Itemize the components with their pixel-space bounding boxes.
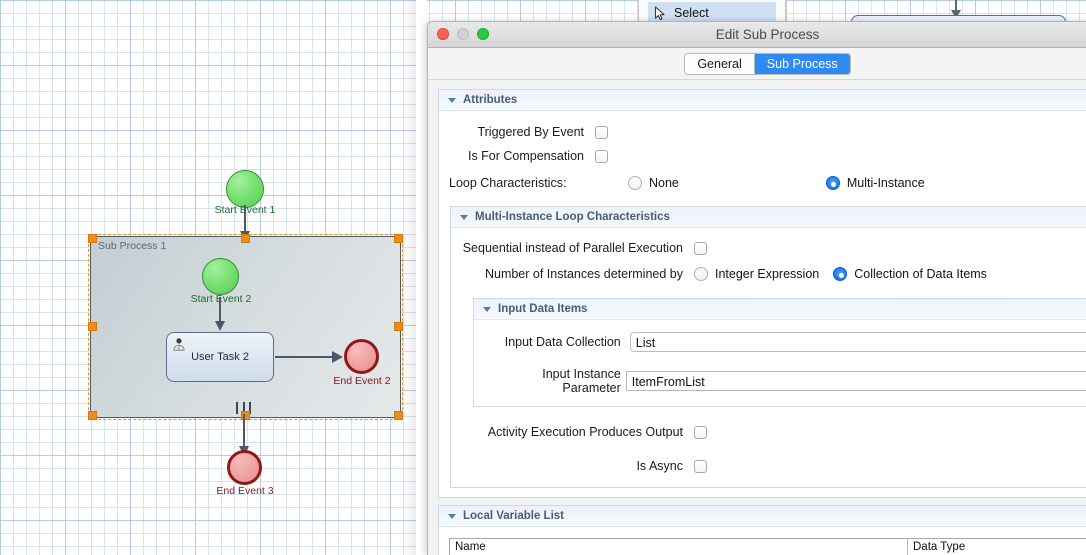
attributes-header[interactable]: Attributes <box>439 90 1086 111</box>
sub-process-1-shape[interactable] <box>90 236 401 418</box>
row-sequential-execution: Sequential instead of Parallel Execution <box>451 236 1086 260</box>
attributes-header-label: Attributes <box>463 94 518 106</box>
input-data-collection-label: Input Data Collection <box>504 335 621 349</box>
activity-execution-produces-output-label: Activity Execution Produces Output <box>487 425 683 439</box>
flow-usertask2-to-endevent2[interactable] <box>275 350 343 363</box>
disclosure-triangle-icon[interactable] <box>460 214 468 220</box>
local-variable-list-header-label: Local Variable List <box>463 510 564 522</box>
column-header-name[interactable]: Name <box>450 539 908 555</box>
row-triggered-by-event: Triggered By Event <box>439 120 1086 144</box>
sequential-execution-label: Sequential instead of Parallel Execution <box>462 241 683 255</box>
input-instance-parameter-label: Input Instance Parameter <box>542 367 621 395</box>
tab-segment-control[interactable]: General Sub Process <box>684 52 851 75</box>
resize-handle-ne[interactable] <box>394 234 403 243</box>
sequential-execution-checkbox[interactable] <box>694 241 707 255</box>
disclosure-triangle-icon[interactable] <box>448 513 456 519</box>
input-data-items-body: Input Data Collection List Input Instanc… <box>474 320 1086 406</box>
number-of-instances-label: Number of Instances determined by <box>484 267 683 281</box>
radio-collection-of-data-items[interactable]: Collection of Data Items <box>833 267 987 281</box>
end-event-3-shape[interactable] <box>227 450 262 485</box>
dialog-content: Attributes Triggered By Event Is For Com… <box>428 81 1086 555</box>
input-data-items-header[interactable]: Input Data Items <box>474 299 1086 320</box>
resize-handle-se[interactable] <box>394 411 403 420</box>
attributes-body: Triggered By Event Is For Compensation L… <box>439 111 1086 497</box>
disclosure-triangle-icon[interactable] <box>448 97 456 103</box>
radio-integer-expression[interactable]: Integer Expression <box>694 267 819 281</box>
row-loop-characteristics: Loop Characteristics: None Multi-Instanc… <box>439 171 1086 195</box>
resize-handle-n[interactable] <box>241 234 250 243</box>
flow-start1-to-subprocess[interactable] <box>239 205 250 241</box>
loop-characteristics-label: Loop Characteristics: <box>449 176 567 190</box>
column-header-data-type[interactable]: Data Type <box>908 539 1086 555</box>
canvas-outer-background <box>416 0 427 555</box>
multi-instance-header[interactable]: Multi-Instance Loop Characteristics <box>451 207 1086 228</box>
palette-item-select-label: Select <box>674 6 709 20</box>
attributes-panel: Attributes Triggered By Event Is For Com… <box>438 89 1086 498</box>
radio-loop-none-label: None <box>649 176 679 190</box>
start-event-1-shape[interactable] <box>226 170 264 208</box>
is-async-label: Is Async <box>636 459 683 473</box>
is-for-compensation-checkbox[interactable] <box>595 149 608 163</box>
resize-handle-sw[interactable] <box>88 411 97 420</box>
tab-sub-process[interactable]: Sub Process <box>753 53 850 74</box>
dialog-title-bar[interactable]: Edit Sub Process <box>428 22 1086 48</box>
tab-general[interactable]: General <box>685 53 754 74</box>
triggered-by-event-label: Triggered By Event <box>477 125 584 139</box>
is-for-compensation-label: Is For Compensation <box>467 149 584 163</box>
radio-loop-none[interactable]: None <box>628 176 679 190</box>
radio-integer-expression-control[interactable] <box>694 267 708 281</box>
radio-collection-of-data-items-control[interactable] <box>833 267 848 281</box>
activity-execution-produces-output-checkbox[interactable] <box>694 425 707 439</box>
local-variable-list-panel: Local Variable List Name Data Type <box>438 505 1086 555</box>
radio-integer-expression-label: Integer Expression <box>715 267 820 281</box>
background-sequence-flow <box>951 0 961 19</box>
local-variable-table[interactable]: Name Data Type <box>449 538 1086 555</box>
cursor-arrow-icon <box>654 5 665 20</box>
user-task-2-label: User Task 2 <box>191 351 249 363</box>
input-data-items-header-label: Input Data Items <box>498 303 588 315</box>
row-number-of-instances: Number of Instances determined by Intege… <box>451 262 1086 286</box>
resize-handle-nw[interactable] <box>88 234 97 243</box>
table-header-row: Name Data Type <box>450 539 1086 555</box>
radio-loop-multi-instance[interactable]: Multi-Instance <box>825 176 925 190</box>
user-task-2-shape[interactable]: User Task 2 <box>166 332 274 382</box>
radio-loop-multi-instance-label: Multi-Instance <box>846 176 925 190</box>
triggered-by-event-checkbox[interactable] <box>595 125 608 139</box>
row-input-instance-parameter: Input Instance Parameter ItemFromList <box>474 367 1086 395</box>
local-variable-list-body: Name Data Type <box>439 527 1086 555</box>
dialog-tab-bar: General Sub Process <box>428 48 1086 80</box>
multi-instance-body: Sequential instead of Parallel Execution… <box>451 228 1086 487</box>
end-event-2-shape[interactable] <box>344 339 379 374</box>
local-variable-list-header[interactable]: Local Variable List <box>439 506 1086 527</box>
disclosure-triangle-icon[interactable] <box>483 306 491 312</box>
multi-instance-header-label: Multi-Instance Loop Characteristics <box>475 211 670 223</box>
sub-process-1-label: Sub Process 1 <box>98 240 167 252</box>
start-event-2-label: Start Event 2 <box>190 293 252 305</box>
radio-loop-multi-instance-control[interactable] <box>825 176 840 190</box>
end-event-3-label: End Event 3 <box>216 485 274 497</box>
flow-subprocess-to-endevent3[interactable] <box>238 414 249 456</box>
multi-instance-panel: Multi-Instance Loop Characteristics Sequ… <box>450 206 1086 488</box>
edit-sub-process-dialog[interactable]: Edit Sub Process General Sub Process Att… <box>427 21 1086 555</box>
radio-loop-none-control[interactable] <box>628 176 642 190</box>
radio-collection-of-data-items-label: Collection of Data Items <box>854 267 987 281</box>
resize-handle-w[interactable] <box>88 322 97 331</box>
row-input-data-collection: Input Data Collection List <box>474 330 1086 354</box>
flow-start2-to-usertask2[interactable] <box>214 297 225 331</box>
start-event-2-shape[interactable] <box>202 258 239 295</box>
row-is-async: Is Async <box>451 454 1086 478</box>
end-event-2-label: End Event 2 <box>333 375 391 387</box>
resize-handle-e[interactable] <box>394 322 403 331</box>
row-is-for-compensation: Is For Compensation <box>439 144 1086 168</box>
input-instance-parameter-field[interactable]: ItemFromList <box>625 371 1086 391</box>
user-icon <box>173 338 185 351</box>
input-data-items-panel: Input Data Items Input Data Collection L… <box>473 298 1086 407</box>
row-activity-execution-produces-output: Activity Execution Produces Output <box>451 420 1086 444</box>
input-data-collection-field[interactable]: List <box>629 332 1086 352</box>
dialog-title: Edit Sub Process <box>715 27 820 42</box>
is-async-checkbox[interactable] <box>694 459 707 473</box>
